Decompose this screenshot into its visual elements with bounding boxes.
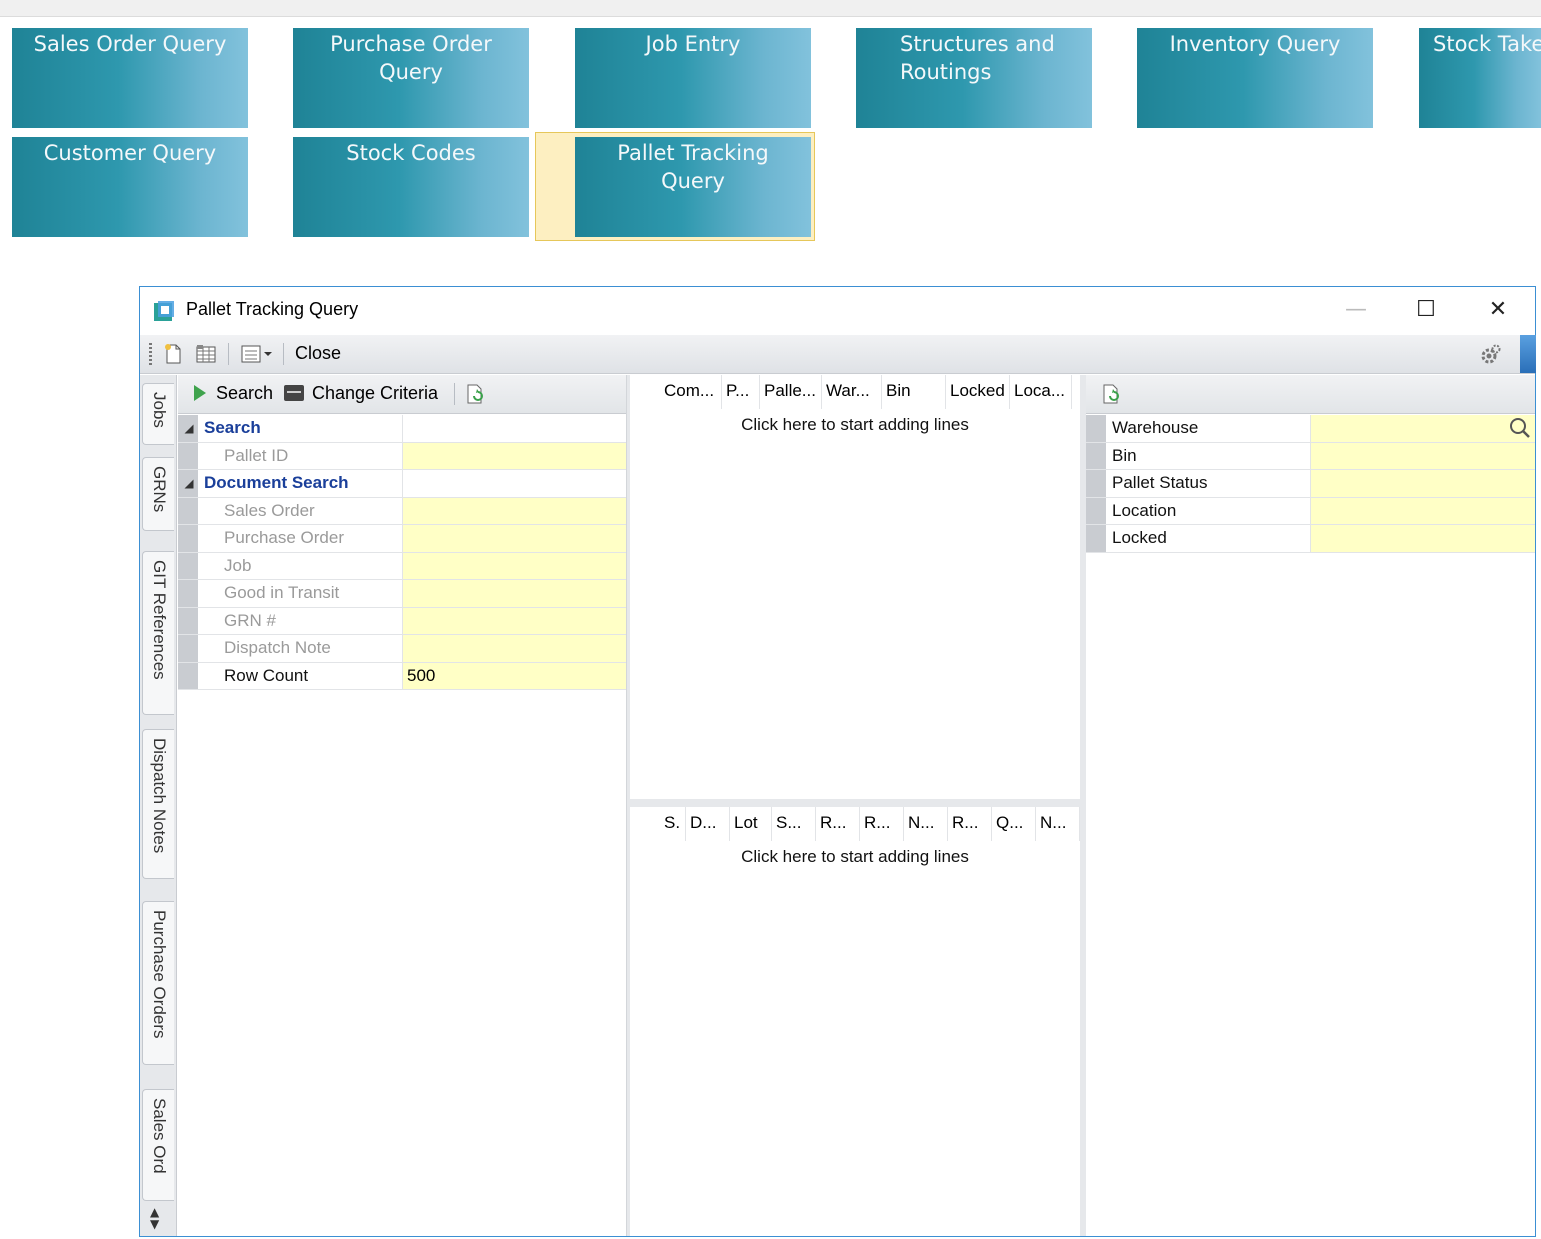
- field-job[interactable]: Job: [178, 552, 626, 580]
- toolbar-separator: [228, 343, 229, 365]
- briefcase-icon: [284, 385, 304, 401]
- column-header[interactable]: Bin: [882, 375, 946, 409]
- pallet-details-grid: S. D... Lot S... R... R... N... R... Q..…: [630, 807, 1080, 1236]
- search-property-grid: Search Pallet ID Document Search Sales O…: [178, 415, 626, 690]
- column-header[interactable]: D...: [686, 807, 730, 841]
- search-button[interactable]: Search: [194, 383, 273, 404]
- filter-locked[interactable]: Locked: [1086, 525, 1535, 553]
- category-search[interactable]: Search: [178, 415, 626, 443]
- toolbar-separator: [283, 343, 284, 365]
- tile-inventory-query[interactable]: Inventory Query: [1137, 28, 1373, 128]
- tile-purchase-order-query[interactable]: Purchase Order Query: [293, 28, 529, 128]
- tab-git-references[interactable]: GIT References: [142, 551, 174, 715]
- column-header[interactable]: N...: [904, 807, 948, 841]
- column-header[interactable]: N...: [1036, 807, 1080, 841]
- filter-warehouse[interactable]: Warehouse: [1086, 415, 1535, 443]
- close-button[interactable]: Close: [295, 343, 341, 364]
- column-header[interactable]: War...: [822, 375, 882, 409]
- toolbar-overflow-button[interactable]: [1520, 335, 1536, 373]
- filter-toolbar: [1086, 375, 1535, 414]
- field-dispatch-note[interactable]: Dispatch Note: [178, 635, 626, 663]
- column-header[interactable]: P...: [722, 375, 760, 409]
- field-purchase-order[interactable]: Purchase Order: [178, 525, 626, 553]
- column-header[interactable]: Locked: [946, 375, 1010, 409]
- tab-dispatch-notes[interactable]: Dispatch Notes: [142, 729, 174, 879]
- search-toolbar: Search Change Criteria: [178, 375, 626, 414]
- column-header[interactable]: S.: [660, 807, 686, 841]
- grid-layout-icon[interactable]: [195, 343, 217, 365]
- new-document-icon[interactable]: [162, 343, 184, 365]
- tab-scroll-arrows[interactable]: ▲ ▼: [150, 1206, 159, 1230]
- add-lines-prompt[interactable]: Click here to start adding lines: [630, 847, 1080, 867]
- tab-jobs[interactable]: Jobs: [142, 383, 174, 445]
- tile-structures-and-routings[interactable]: Structures and Routings: [856, 28, 1092, 128]
- window-title: Pallet Tracking Query: [186, 299, 359, 319]
- tile-sales-order-query[interactable]: Sales Order Query: [12, 28, 248, 128]
- pallet-tracking-window: Pallet Tracking Query — ☐ ✕ Close Jobs G…: [139, 286, 1536, 1237]
- filter-location[interactable]: Location: [1086, 497, 1535, 525]
- field-row-count[interactable]: Row Count 500: [178, 662, 626, 690]
- toolbar-separator: [454, 383, 455, 405]
- tile-job-entry[interactable]: Job Entry: [575, 28, 811, 128]
- column-header[interactable]: Q...: [992, 807, 1036, 841]
- filter-bin[interactable]: Bin: [1086, 442, 1535, 470]
- minimize-button[interactable]: —: [1336, 297, 1376, 323]
- column-header[interactable]: R...: [948, 807, 992, 841]
- collapse-triangle-icon[interactable]: [184, 479, 194, 489]
- close-window-button[interactable]: ✕: [1478, 297, 1518, 323]
- results-column-headers: Com... P... Palle... War... Bin Locked L…: [660, 375, 1072, 409]
- tile-pallet-tracking-query[interactable]: Pallet Tracking Query: [575, 137, 811, 237]
- refresh-document-icon[interactable]: [1100, 383, 1122, 405]
- change-criteria-button[interactable]: Change Criteria: [284, 383, 438, 404]
- pallet-app-icon: [154, 301, 174, 321]
- add-lines-prompt[interactable]: Click here to start adding lines: [630, 415, 1080, 435]
- view-options-icon[interactable]: [240, 343, 274, 365]
- column-header[interactable]: Com...: [660, 375, 722, 409]
- field-good-in-transit[interactable]: Good in Transit: [178, 580, 626, 608]
- column-header[interactable]: S...: [772, 807, 816, 841]
- window-toolbar: Close: [140, 335, 1536, 374]
- tab-sales-orders[interactable]: Sales Ord: [142, 1089, 174, 1201]
- top-band: [0, 0, 1541, 17]
- tile-customer-query[interactable]: Customer Query: [12, 137, 248, 237]
- side-tab-strip: Jobs GRNs GIT References Dispatch Notes …: [140, 375, 177, 1236]
- filter-pallet-status[interactable]: Pallet Status: [1086, 470, 1535, 498]
- middle-splitter[interactable]: [630, 799, 1080, 807]
- collapse-triangle-icon[interactable]: [184, 424, 194, 434]
- field-sales-order[interactable]: Sales Order: [178, 497, 626, 525]
- search-criteria-panel: Search Change Criteria Search Pallet ID …: [178, 375, 627, 1236]
- column-header[interactable]: Loca...: [1010, 375, 1072, 409]
- tile-stock-take[interactable]: Stock Take: [1419, 28, 1541, 128]
- tile-stock-codes[interactable]: Stock Codes: [293, 137, 529, 237]
- window-titlebar: Pallet Tracking Query — ☐ ✕: [140, 287, 1535, 333]
- tab-purchase-orders[interactable]: Purchase Orders: [142, 901, 174, 1065]
- column-header[interactable]: Lot: [730, 807, 772, 841]
- play-icon: [194, 385, 206, 401]
- magnifier-icon[interactable]: [1509, 417, 1531, 439]
- column-header[interactable]: R...: [860, 807, 904, 841]
- maximize-button[interactable]: ☐: [1406, 297, 1446, 323]
- column-header[interactable]: R...: [816, 807, 860, 841]
- details-column-headers: S. D... Lot S... R... R... N... R... Q..…: [660, 807, 1080, 841]
- column-header[interactable]: Palle...: [760, 375, 822, 409]
- field-pallet-id[interactable]: Pallet ID: [178, 442, 626, 470]
- field-grn-number[interactable]: GRN #: [178, 607, 626, 635]
- toolbar-grip[interactable]: [149, 343, 152, 365]
- refresh-document-icon[interactable]: [464, 383, 486, 405]
- filter-property-grid: Warehouse Bin Pallet Status Location Loc…: [1086, 415, 1535, 553]
- filter-panel: Warehouse Bin Pallet Status Location Loc…: [1086, 375, 1535, 1236]
- tab-grns[interactable]: GRNs: [142, 457, 174, 531]
- category-document-search[interactable]: Document Search: [178, 470, 626, 498]
- gear-icon[interactable]: [1480, 343, 1502, 365]
- pallet-results-grid: Com... P... Palle... War... Bin Locked L…: [630, 375, 1080, 799]
